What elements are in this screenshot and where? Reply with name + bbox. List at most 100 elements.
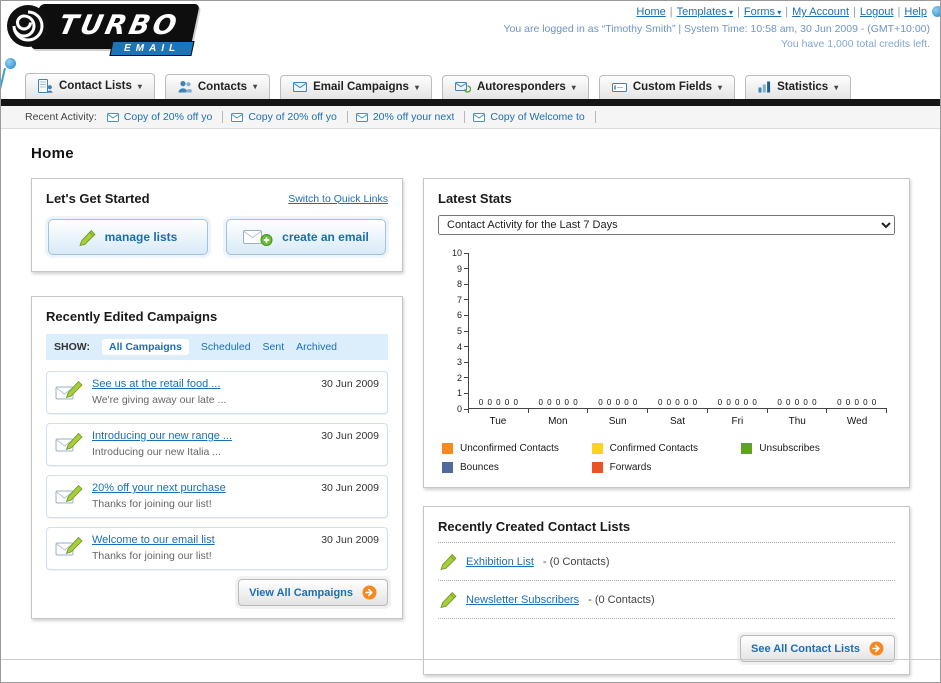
filter-archived[interactable]: Archived xyxy=(296,341,337,353)
recently-edited-campaigns-panel: Recently Edited Campaigns SHOW: All Camp… xyxy=(31,296,403,619)
chart-value-labels-group: 0 0 0 0 0 xyxy=(538,398,579,407)
filter-sent[interactable]: Sent xyxy=(263,341,285,353)
campaign-item: Introducing our new range ... Introducing… xyxy=(46,423,388,466)
contact-lists: Exhibition List - (0 Contacts) Newsletter … xyxy=(438,543,895,619)
top-link-logout[interactable]: Logout xyxy=(860,6,894,18)
button-label: See All Contact Lists xyxy=(750,642,860,655)
top-link-templates[interactable]: Templates ▾ xyxy=(677,6,733,18)
recent-activity-item-label: Copy of Welcome to xyxy=(490,111,585,123)
x-axis-tick xyxy=(588,409,649,413)
campaign-item: Welcome to our email list Thanks for join… xyxy=(46,527,388,570)
recent-activity-items: Copy of 20% off yo Copy of 20% off yo 20% … xyxy=(106,111,596,123)
header: TURBO EMAIL Home | Templates ▾ | Forms ▾ | My … xyxy=(1,1,940,67)
x-axis-label: Tue xyxy=(489,416,507,427)
link-separator: | xyxy=(897,6,901,18)
tab-statistics[interactable]: Statistics ▾ xyxy=(745,75,852,99)
legend-item: Unconfirmed Contacts xyxy=(442,443,592,454)
footer-divider xyxy=(1,659,940,660)
arrow-circle-icon xyxy=(869,641,884,656)
y-tick-value: 6 xyxy=(456,310,462,321)
tab-contacts[interactable]: Contacts ▾ xyxy=(164,74,271,99)
y-axis-tick-label: 1 xyxy=(457,388,468,398)
filter-scheduled[interactable]: Scheduled xyxy=(201,341,251,353)
x-axis-label: Sun xyxy=(608,416,627,427)
tab-email-campaigns[interactable]: Email Campaigns ▾ xyxy=(280,75,432,99)
tab-label: Email Campaigns xyxy=(313,81,409,93)
contact-list-item: Newsletter Subscribers - (0 Contacts) xyxy=(438,581,895,619)
legend-label: Forwards xyxy=(609,462,652,473)
x-axis-tick xyxy=(708,409,768,413)
y-axis-tick-label: 9 xyxy=(457,264,468,274)
main-content: Home Let's Get Started Switch to Quick L… xyxy=(1,129,940,675)
legend-item: Bounces xyxy=(442,462,592,473)
campaign-title-link[interactable]: Introducing our new range ... xyxy=(92,430,306,442)
campaign-title-link[interactable]: See us at the retail food ... xyxy=(92,378,306,390)
campaign-list: See us at the retail food ... We're givin… xyxy=(46,371,388,570)
y-axis-tick-label: 2 xyxy=(457,373,468,383)
create-an-email-button[interactable]: create an email xyxy=(226,219,386,255)
left-column: Let's Get Started Switch to Quick Links … xyxy=(31,178,403,619)
campaign-date: 30 Jun 2009 xyxy=(321,378,379,390)
legend-swatch xyxy=(591,443,603,454)
tab-custom-fields[interactable]: Custom Fields ▾ xyxy=(598,75,736,99)
y-axis-tick-label: 3 xyxy=(457,357,468,367)
campaign-filters: All Campaigns Scheduled Sent Archived xyxy=(101,339,337,355)
top-nav: Home | Templates ▾ | Forms ▾ | My Account | Logo… xyxy=(503,6,930,18)
envelope-plus-icon xyxy=(243,227,273,247)
see-all-contact-lists-button[interactable]: See All Contact Lists xyxy=(739,635,895,662)
campaign-title-link[interactable]: 20% off your next purchase xyxy=(92,482,306,494)
link-separator: | xyxy=(737,6,740,18)
y-axis-tick-label: 8 xyxy=(457,279,468,289)
right-column: Latest Stats Contact Activity for the La… xyxy=(423,178,910,675)
tab-label: Contacts xyxy=(197,80,248,93)
get-started-buttons: manage lists create an email xyxy=(46,219,388,259)
nav-underline-bar xyxy=(1,99,940,106)
stats-period-select[interactable]: Contact Activity for the Last 7 Days xyxy=(438,215,895,235)
button-label: manage lists xyxy=(104,230,178,244)
recent-activity-item[interactable]: Copy of Welcome to xyxy=(473,111,596,123)
legend-label: Bounces xyxy=(460,462,499,473)
envelope-icon xyxy=(355,112,368,122)
y-tick-value: 7 xyxy=(456,294,462,305)
tab-label: Statistics xyxy=(777,81,829,93)
x-axis-tick xyxy=(529,409,589,413)
tab-autoresponders[interactable]: Autoresponders ▾ xyxy=(441,75,589,99)
y-tick-value: 0 xyxy=(456,404,462,414)
y-axis-tick-label: 5 xyxy=(457,326,468,336)
top-link-my-account[interactable]: My Account xyxy=(792,6,849,18)
recent-activity-item[interactable]: Copy of 20% off yo xyxy=(231,111,348,123)
campaign-title-link[interactable]: Welcome to our email list xyxy=(92,534,306,546)
chevron-down-icon: ▾ xyxy=(137,81,142,91)
main-nav: Contact Lists ▾ Contacts ▾ Email Campaigns ▾ A… xyxy=(1,67,940,99)
top-link-forms[interactable]: Forms ▾ xyxy=(744,6,781,18)
campaign-date: 30 Jun 2009 xyxy=(321,430,379,442)
annotation-dot xyxy=(932,6,940,17)
manage-lists-button[interactable]: manage lists xyxy=(48,219,208,255)
filter-all-campaigns[interactable]: All Campaigns xyxy=(101,339,189,355)
login-info: You are logged in as “Timothy Smith” | S… xyxy=(503,23,930,35)
legend-item: Unsubscribes xyxy=(741,443,891,454)
chevron-down-icon: ▾ xyxy=(414,82,419,92)
link-separator: | xyxy=(785,6,789,18)
legend-label: Unsubscribes xyxy=(759,443,820,454)
switch-to-quick-links-link[interactable]: Switch to Quick Links xyxy=(288,193,388,205)
y-tick-value: 2 xyxy=(456,372,462,383)
envelope-icon xyxy=(473,112,486,122)
tab-contact-lists[interactable]: Contact Lists ▾ xyxy=(25,73,155,99)
page-title: Home xyxy=(31,145,74,162)
recent-activity-item[interactable]: Copy of 20% off yo xyxy=(106,111,224,123)
view-all-campaigns-button[interactable]: View All Campaigns xyxy=(238,579,388,606)
campaign-texts: See us at the retail food ... We're givin… xyxy=(92,378,306,406)
campaign-texts: Welcome to our email list Thanks for join… xyxy=(92,534,306,562)
recent-activity-item[interactable]: 20% off your next xyxy=(355,111,466,123)
contact-list-link[interactable]: Exhibition List xyxy=(466,556,534,568)
top-link-help[interactable]: Help xyxy=(904,6,927,18)
get-started-header: Let's Get Started Switch to Quick Links xyxy=(46,191,388,206)
logo-word-email: EMAIL xyxy=(108,40,195,56)
tab-label: Custom Fields xyxy=(632,81,713,93)
y-axis-tick-label: 7 xyxy=(457,295,468,305)
y-axis-tick-label: 0 xyxy=(457,404,468,414)
top-link-home[interactable]: Home xyxy=(636,6,665,18)
get-started-title: Let's Get Started xyxy=(46,191,150,206)
contact-list-link[interactable]: Newsletter Subscribers xyxy=(466,594,579,606)
